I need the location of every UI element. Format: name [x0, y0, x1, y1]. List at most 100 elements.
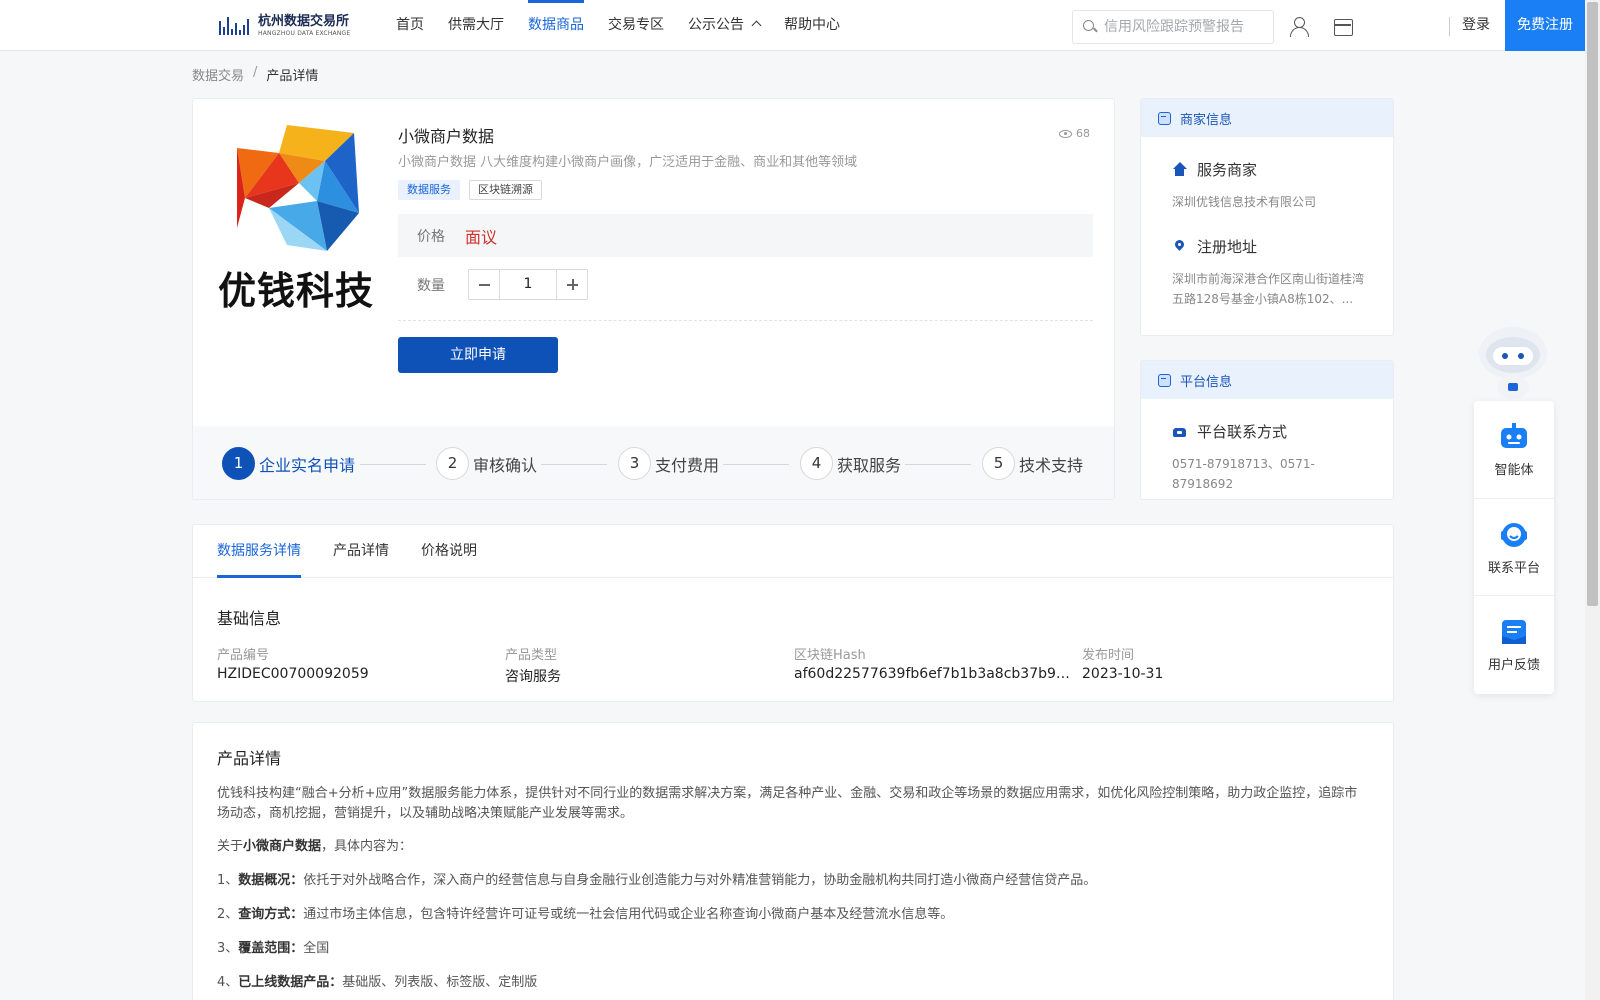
detail-item-4: 4、已上线数据产品：基础版、列表版、标签版、定制版 [217, 973, 1367, 993]
user-icon[interactable] [1288, 15, 1310, 37]
step-2-label: 审核确认 [473, 455, 538, 475]
feedback-icon [1502, 620, 1526, 644]
product-description: 小微商户数据 八大维度构建小微商户画像，广泛适用于金融、商业和其他等领域 [398, 155, 858, 170]
blockchain-hash-value: af60d22577639fb6ef7b1b3a8cb37b936b8... [794, 666, 1074, 682]
about-suffix: ，具体内容为： [321, 839, 413, 854]
price-value: 面议 [465, 227, 498, 247]
detail-item-1-label: 数据概况： [238, 873, 304, 888]
platform-info-card: 平台信息 平台联系方式 0571-87918713、0571-87918692 [1140, 360, 1394, 500]
tab-data-service-detail[interactable]: 数据服务详情 [217, 525, 301, 578]
step-3: 3 支付费用 [618, 447, 719, 480]
platform-contact-title: 平台联系方式 [1172, 421, 1287, 442]
step-connector [360, 464, 426, 465]
apply-button[interactable]: 立即申请 [398, 337, 558, 373]
store-icon[interactable] [1332, 15, 1354, 37]
nav-home[interactable]: 首页 [396, 0, 424, 50]
float-feedback[interactable]: 用户反馈 [1474, 595, 1554, 692]
service-merchant-label: 服务商家 [1197, 161, 1258, 179]
quantity-value[interactable]: 1 [500, 270, 556, 299]
product-type-label: 产品类型 [505, 648, 558, 663]
product-card: 优钱科技 小微商户数据 68 小微商户数据 八大维度构建小微商户画像，广泛适用于… [192, 98, 1115, 500]
view-count: 68 [1059, 127, 1090, 140]
breadcrumb-parent[interactable]: 数据交易 [192, 65, 244, 84]
location-pin-icon [1172, 239, 1187, 254]
product-detail-intro: 优钱科技构建“融合+分析+应用”数据服务能力体系，提供针对不同行业的数据需求解决… [217, 786, 1358, 821]
detail-item-1: 1、数据概况：依托于对外战略合作，深入商户的经营信息与自身金融行业创造能力与对外… [217, 871, 1367, 891]
platform-info-title: 平台信息 [1180, 374, 1233, 390]
detail-item-4-label: 已上线数据产品： [238, 975, 343, 990]
login-link[interactable]: 登录 [1462, 0, 1490, 50]
floating-service-panel: 智能体 联系平台 用户反馈 [1474, 401, 1554, 694]
chevron-up-icon [751, 20, 762, 31]
page-scrollbar[interactable] [1585, 0, 1600, 1000]
price-box: 价格 面议 [398, 214, 1093, 257]
nav-announcements[interactable]: 公示公告 [688, 0, 762, 50]
search-box[interactable] [1072, 10, 1274, 44]
exchange-logo[interactable]: 杭州数据交易所 HANGZHOU DATA EXCHANGE [219, 12, 350, 40]
step-4: 4 获取服务 [800, 447, 901, 480]
step-4-number: 4 [800, 447, 833, 480]
merchant-logo: 优钱科技 [217, 123, 375, 313]
tab-price-description[interactable]: 价格说明 [421, 525, 477, 577]
breadcrumb-separator: / [253, 65, 258, 80]
basic-info-title: 基础信息 [217, 609, 282, 628]
merchant-logo-text: 优钱科技 [217, 269, 374, 313]
nav-trading-zone[interactable]: 交易专区 [608, 0, 664, 50]
tag-data-service: 数据服务 [398, 180, 460, 200]
step-5: 5 技术支持 [982, 447, 1083, 480]
step-3-number: 3 [618, 447, 651, 480]
breadcrumb-current: 产品详情 [266, 69, 319, 84]
step-connector [541, 464, 607, 465]
header-divider [1449, 17, 1450, 36]
quantity-increase-button[interactable] [556, 270, 587, 299]
price-label: 价格 [417, 228, 445, 245]
search-input[interactable] [1104, 19, 1264, 35]
quantity-decrease-button[interactable] [469, 270, 500, 299]
logo-bars-icon [219, 15, 253, 37]
detail-item-2-text: 通过市场主体信息，包含特许经营许可证号或统一社会信用代码或企业名称查询小微商户基… [303, 907, 954, 922]
store-info-icon [1158, 111, 1171, 125]
float-contact-platform[interactable]: 联系平台 [1474, 498, 1554, 595]
service-merchant-value: 深圳优钱信息技术有限公司 [1172, 195, 1317, 209]
detail-item-3-label: 覆盖范围： [238, 941, 304, 956]
platform-contact-label: 平台联系方式 [1197, 423, 1288, 441]
blockchain-hash-label: 区块链Hash [794, 648, 866, 663]
step-2-number: 2 [436, 447, 469, 480]
service-merchant-title: 服务商家 [1172, 159, 1257, 180]
product-code-label: 产品编号 [217, 648, 270, 663]
nav-supply-demand[interactable]: 供需大厅 [448, 0, 504, 50]
about-product-name: 小微商户数据 [243, 839, 322, 854]
customer-service-icon [1501, 523, 1527, 547]
eye-icon [1059, 129, 1072, 138]
detail-item-1-text: 依托于对外战略合作，深入商户的经营信息与自身金融行业创造能力与对外精准营销能力，… [303, 873, 1097, 888]
product-detail-about: 关于小微商户数据，具体内容为： [217, 837, 1367, 857]
nav-data-products[interactable]: 数据商品 [528, 0, 584, 50]
step-1-number: 1 [222, 447, 255, 480]
breadcrumb: 数据交易 / 产品详情 [192, 65, 318, 84]
search-icon [1083, 20, 1097, 34]
home-icon [1172, 162, 1187, 177]
detail-tabs: 数据服务详情 产品详情 价格说明 [193, 525, 1393, 578]
detail-item-2-label: 查询方式： [238, 907, 304, 922]
register-button[interactable]: 免费注册 [1505, 0, 1585, 51]
product-code-value: HZIDEC00700092059 [217, 666, 369, 682]
product-title: 小微商户数据 [398, 127, 495, 146]
scrollbar-thumb[interactable] [1587, 2, 1598, 606]
float-agent[interactable]: 智能体 [1474, 401, 1554, 498]
product-detail-title: 产品详情 [217, 749, 282, 768]
step-3-label: 支付费用 [655, 455, 720, 475]
tag-blockchain: 区块链溯源 [469, 180, 542, 200]
logo-title: 杭州数据交易所 [258, 14, 350, 29]
tab-product-detail[interactable]: 产品详情 [333, 525, 389, 577]
platform-contact-value: 0571-87918713、0571-87918692 [1172, 457, 1315, 491]
detail-item-3: 3、覆盖范围：全国 [217, 939, 1367, 959]
step-2: 2 审核确认 [436, 447, 537, 480]
detail-item-1-prefix: 1、 [217, 873, 239, 888]
logo-s-shape-icon [237, 125, 359, 251]
float-contact-label: 联系平台 [1487, 561, 1540, 576]
product-tags: 数据服务 区块链溯源 [398, 180, 542, 200]
logo-subtitle: HANGZHOU DATA EXCHANGE [258, 30, 351, 37]
nav-help-center[interactable]: 帮助中心 [784, 0, 840, 50]
robot-assistant-icon[interactable] [1473, 325, 1553, 400]
step-1-label: 企业实名申请 [259, 455, 356, 475]
